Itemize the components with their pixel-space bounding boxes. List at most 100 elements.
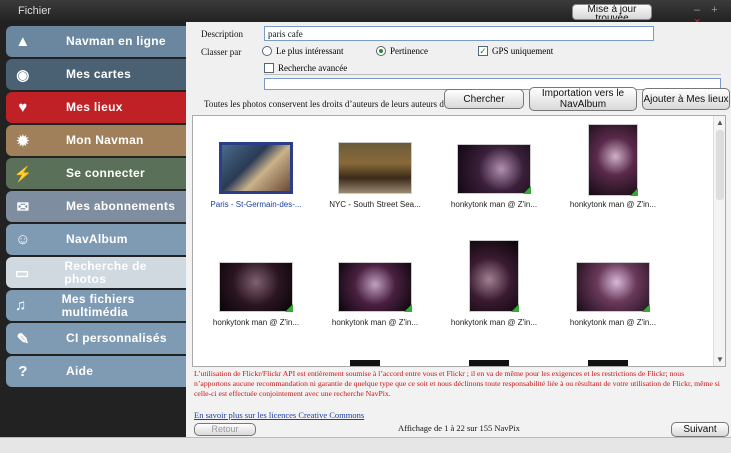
edit-flag-icon: ✎ bbox=[16, 330, 30, 348]
sidebar: ▲ Navman en ligne ◉ Mes cartes ♥ Mes lieux ✹ Mo… bbox=[0, 22, 186, 437]
app-window: Fichier Mise à jour trouvée – + × ▲ Navma… bbox=[0, 0, 731, 453]
grid-scrollbar[interactable]: ▲ ▼ bbox=[713, 116, 725, 366]
checkbox-checked: ✓ bbox=[478, 46, 488, 56]
sidebar-item-3[interactable]: ✹ Mon Navman bbox=[6, 125, 186, 156]
flickr-disclaimer: L’utilisation de Flickr/Flickr API est e… bbox=[194, 369, 720, 398]
gps-only-checkbox[interactable]: ✓ GPS uniquement bbox=[478, 46, 553, 56]
advanced-search-checkbox[interactable]: Recherche avancée bbox=[264, 63, 347, 73]
maximize-icon[interactable]: + bbox=[711, 4, 717, 16]
navman-logo-icon: ▲ bbox=[15, 33, 31, 50]
sidebar-item-0[interactable]: ▲ Navman en ligne bbox=[6, 26, 186, 57]
sort-label: Classer par bbox=[201, 47, 242, 57]
checkbox-label: Recherche avancée bbox=[278, 63, 348, 73]
music-note-icon: ♫ bbox=[15, 297, 27, 314]
scroll-up-icon[interactable]: ▲ bbox=[716, 118, 724, 127]
photo-caption: honkytonk man @ Z'in... bbox=[569, 318, 657, 327]
photo-result[interactable]: honkytonk man @ Z'in... bbox=[315, 242, 425, 352]
photo-caption: NYC - South Street Sea... bbox=[329, 200, 421, 209]
minimize-icon[interactable]: – bbox=[694, 4, 700, 16]
photo-caption: Paris - St-Germain-des-... bbox=[210, 200, 302, 209]
photo-thumbnail[interactable] bbox=[338, 142, 412, 194]
gear-icon: ✹ bbox=[16, 132, 30, 150]
sidebar-item-1[interactable]: ◉ Mes cartes bbox=[6, 59, 186, 90]
advanced-divider bbox=[264, 74, 721, 75]
sidebar-item-label: Navman en ligne bbox=[66, 34, 166, 48]
sidebar-item-label: Mes abonnements bbox=[66, 199, 176, 213]
radio-label: Le plus intéressant bbox=[276, 46, 344, 56]
photo-result[interactable]: NYC - South Street Sea... bbox=[315, 124, 425, 234]
file-menu[interactable]: Fichier bbox=[18, 5, 51, 17]
creative-commons-link[interactable]: En savoir plus sur les licences Creative… bbox=[194, 410, 364, 420]
photo-thumbnail[interactable] bbox=[576, 262, 650, 312]
heart-icon: ♥ bbox=[18, 99, 28, 116]
gps-tag-icon bbox=[642, 304, 650, 312]
sidebar-item-label: Mon Navman bbox=[66, 133, 144, 147]
gps-tag-icon bbox=[511, 304, 519, 312]
scroll-thumb[interactable] bbox=[716, 130, 724, 200]
photo-result[interactable]: honkytonk man @ Z'in... bbox=[434, 124, 544, 234]
scroll-down-icon[interactable]: ▼ bbox=[716, 355, 724, 364]
search-panel: Description paris cafe Classer par Le pl… bbox=[186, 22, 731, 114]
photo-caption: honkytonk man @ Z'in... bbox=[450, 200, 538, 209]
sidebar-item-label: Recherche de photos bbox=[64, 258, 147, 286]
radio-relevance[interactable]: Pertinence bbox=[376, 46, 428, 56]
photo-thumbnail[interactable] bbox=[469, 240, 519, 312]
photo-caption: honkytonk man @ Z'in... bbox=[450, 318, 538, 327]
gps-tag-icon bbox=[404, 304, 412, 312]
photo-thumbnail[interactable] bbox=[588, 124, 638, 196]
plug-icon: ⚡ bbox=[13, 165, 33, 183]
sidebar-item-2[interactable]: ♥ Mes lieux bbox=[6, 92, 186, 123]
photo-thumbnail[interactable] bbox=[338, 262, 412, 312]
photo-thumbnail-partial[interactable] bbox=[350, 360, 380, 366]
back-button[interactable]: Retour bbox=[194, 423, 256, 436]
people-icon: ☺ bbox=[15, 231, 31, 248]
radio-most-interesting[interactable]: Le plus intéressant bbox=[262, 46, 343, 56]
question-icon: ? bbox=[18, 363, 28, 380]
photo-caption: honkytonk man @ Z'in... bbox=[331, 318, 419, 327]
photo-result[interactable]: honkytonk man @ Z'in... bbox=[553, 124, 663, 234]
radio-dot bbox=[262, 46, 272, 56]
search-button[interactable]: Chercher bbox=[444, 89, 524, 109]
photo-result[interactable]: honkytonk man @ Z'in... bbox=[196, 242, 306, 352]
sidebar-item-8[interactable]: ♫ Mes fichiers multimédia bbox=[6, 290, 186, 321]
eye-icon: ◉ bbox=[16, 66, 30, 84]
add-to-my-places-button[interactable]: Ajouter à Mes lieux bbox=[642, 88, 730, 110]
sidebar-item-label: NavAlbum bbox=[66, 232, 128, 246]
update-found-button[interactable]: Mise à jour trouvée bbox=[572, 4, 652, 20]
photo-thumbnail[interactable] bbox=[219, 262, 293, 312]
photo-results-grid: Paris - St-Germain-des-... NYC - South St… bbox=[192, 115, 726, 367]
sidebar-item-6[interactable]: ☺ NavAlbum bbox=[6, 224, 186, 255]
sidebar-item-9[interactable]: ✎ CI personnalisés bbox=[6, 323, 186, 354]
sidebar-item-label: Mes cartes bbox=[66, 67, 132, 81]
sidebar-item-label: CI personnalisés bbox=[66, 331, 167, 345]
photo-caption: honkytonk man @ Z'in... bbox=[569, 200, 657, 209]
description-input[interactable]: paris cafe bbox=[264, 26, 654, 41]
sidebar-item-label: Mes lieux bbox=[66, 100, 123, 114]
photo-thumbnail[interactable] bbox=[457, 144, 531, 194]
checkbox-label: GPS uniquement bbox=[492, 46, 554, 56]
sidebar-item-5[interactable]: ✉ Mes abonnements bbox=[6, 191, 186, 222]
radio-label: Pertinence bbox=[390, 46, 428, 56]
photo-result[interactable]: Paris - St-Germain-des-... bbox=[196, 124, 306, 234]
photo-caption: honkytonk man @ Z'in... bbox=[212, 318, 300, 327]
sidebar-item-label: Mes fichiers multimédia bbox=[61, 291, 135, 319]
rights-note: Toutes les photos conservent les droits … bbox=[204, 99, 475, 109]
envelope-icon: ✉ bbox=[16, 198, 30, 216]
paging-info: Affichage de 1 à 22 sur 155 NavPix bbox=[398, 423, 520, 433]
sidebar-item-7[interactable]: ▭ Recherche de photos bbox=[6, 257, 186, 288]
next-button[interactable]: Suivant bbox=[671, 422, 729, 437]
camera-icon: ▭ bbox=[14, 264, 30, 282]
photo-result[interactable]: honkytonk man @ Z'in... bbox=[553, 242, 663, 352]
main-panel: Description paris cafe Classer par Le pl… bbox=[186, 22, 731, 437]
photo-thumbnail-partial[interactable] bbox=[588, 360, 628, 366]
gps-tag-icon bbox=[630, 188, 638, 196]
description-label: Description bbox=[201, 29, 243, 39]
photo-thumbnail[interactable] bbox=[219, 142, 293, 194]
import-navalbum-button[interactable]: Importation vers le NavAlbum bbox=[529, 87, 637, 111]
status-bar bbox=[0, 437, 731, 453]
sidebar-item-4[interactable]: ⚡ Se connecter bbox=[6, 158, 186, 189]
photo-thumbnail-partial[interactable] bbox=[469, 360, 509, 366]
photo-result[interactable]: honkytonk man @ Z'in... bbox=[434, 240, 544, 352]
gps-tag-icon bbox=[285, 304, 293, 312]
sidebar-item-10[interactable]: ? Aide bbox=[6, 356, 186, 387]
